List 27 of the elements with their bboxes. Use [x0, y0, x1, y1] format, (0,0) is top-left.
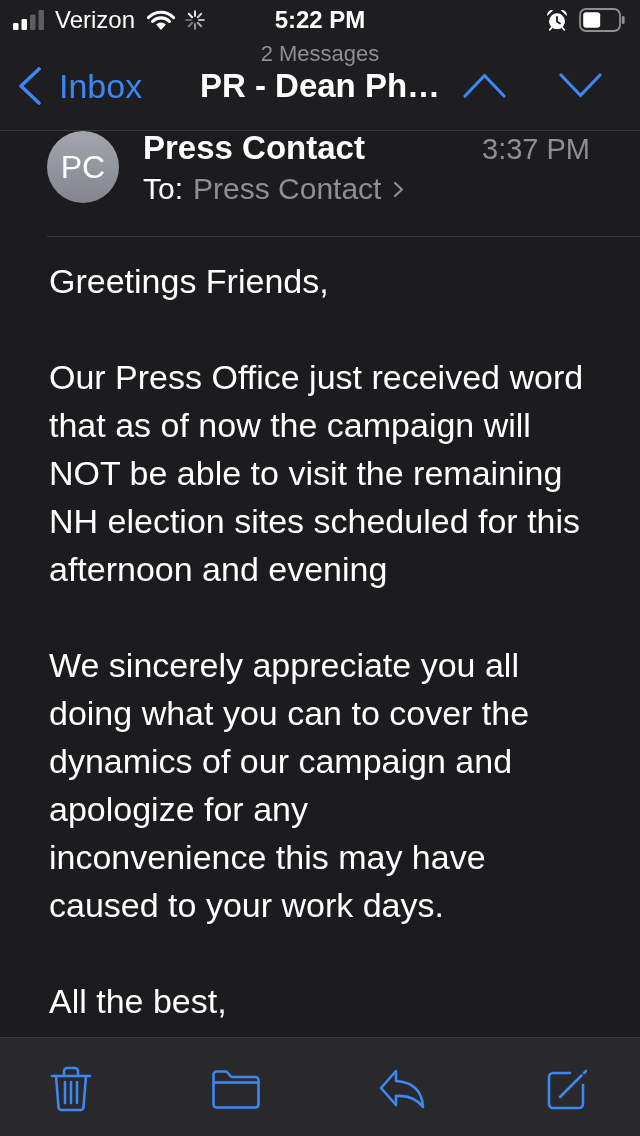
to-label: To: [143, 172, 184, 206]
back-button[interactable]: Inbox [18, 65, 143, 106]
wifi-icon [146, 9, 177, 31]
chevron-left-icon [18, 66, 42, 105]
battery-icon [579, 8, 625, 32]
sender-name: Press Contact [143, 131, 365, 165]
message-count: 2 Messages [260, 42, 380, 66]
email-subject: PR - Dean Ph… [199, 66, 441, 106]
reply-arrow-icon [378, 1069, 425, 1109]
status-time: 5:22 PM [274, 6, 366, 34]
trash-icon [50, 1066, 92, 1112]
message-paragraph: Greetings Friends, [49, 261, 329, 302]
carrier-name: Verizon [55, 6, 136, 34]
chevron-up-icon [463, 73, 506, 98]
message-paragraph: We sincerely appreciate you all doing what you can to cover the dynamics of our campaign and apologize for any inconvenience this may have caused to your work days. [49, 645, 530, 926]
signal-icon [13, 10, 45, 30]
message-paragraph: All the best, [49, 981, 227, 1022]
compose-icon [546, 1068, 588, 1110]
message-paragraph: Our Press Office just received word that as of now the campaign will NOT be able to visit the remaining NH election sites scheduled for this afternoon and evening [49, 357, 584, 590]
chevron-right-icon [393, 180, 405, 198]
folder-icon [212, 1069, 261, 1109]
loading-spinner-icon [185, 10, 206, 30]
chevron-down-icon [559, 73, 602, 98]
alarm-clock-icon [546, 9, 568, 31]
sender-avatar: PC [47, 131, 119, 203]
message-time: 3:37 PM [482, 132, 590, 166]
recipient-button[interactable]: Press Contact [193, 172, 405, 206]
